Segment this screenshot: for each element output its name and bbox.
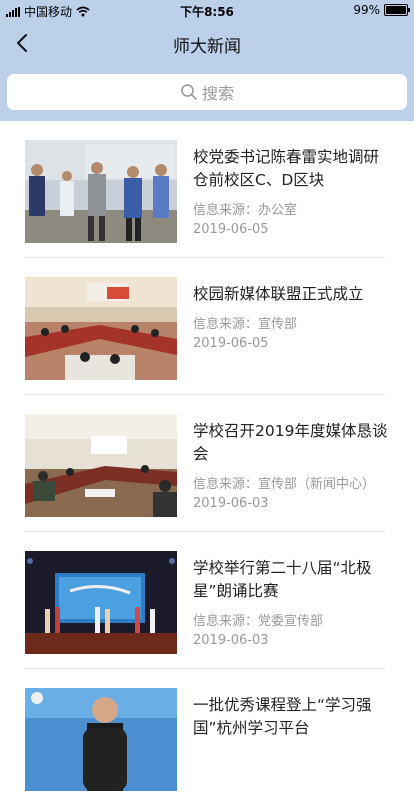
page-title: 师大新闻 [173, 37, 241, 57]
news-thumbnail [25, 551, 177, 654]
news-thumbnail [25, 414, 177, 517]
battery-percent: 99% [353, 3, 380, 17]
news-date: 2019-06-03 [193, 496, 269, 511]
news-date: 2019-06-05 [193, 336, 269, 351]
search-input[interactable]: 搜索 [7, 74, 407, 110]
news-item[interactable]: 学校举行第二十八届“北极星”朗诵比赛 信息来源：党委宣传部 2019-06-03 [0, 532, 414, 669]
news-thumbnail [25, 688, 177, 791]
news-list: 校党委书记陈春雷实地调研仓前校区C、D区块 信息来源：办公室 2019-06-0… [0, 121, 414, 806]
news-source: 信息来源：宣传部（新闻中心） [193, 477, 376, 492]
news-title: 学校召开2019年度媒体恳谈会 [193, 422, 388, 463]
news-title: 校党委书记陈春雷实地调研仓前校区C、D区块 [193, 148, 380, 189]
news-title: 学校举行第二十八届“北极星”朗诵比赛 [193, 559, 372, 600]
news-item[interactable]: 一批优秀课程登上“学习强国”杭州学习平台 [0, 669, 414, 806]
nav-bar: 师大新闻 [0, 22, 414, 64]
news-source: 信息来源：宣传部 [193, 317, 298, 332]
status-time: 下午8:56 [180, 5, 234, 19]
battery-icon [384, 4, 410, 16]
news-item[interactable]: 校园新媒体联盟正式成立 信息来源：宣传部 2019-06-05 [0, 258, 414, 395]
news-date: 2019-06-03 [193, 633, 269, 648]
news-title: 校园新媒体联盟正式成立 [193, 285, 364, 303]
news-thumbnail [25, 140, 177, 243]
search-icon [181, 84, 197, 100]
search-placeholder: 搜索 [201, 84, 234, 103]
news-source: 信息来源：办公室 [193, 203, 298, 218]
news-source: 信息来源：党委宣传部 [193, 614, 324, 629]
news-title: 一批优秀课程登上“学习强国”杭州学习平台 [193, 696, 372, 737]
news-item[interactable]: 校党委书记陈春雷实地调研仓前校区C、D区块 信息来源：办公室 2019-06-0… [0, 121, 414, 258]
news-item[interactable]: 学校召开2019年度媒体恳谈会 信息来源：宣传部（新闻中心） 2019-06-0… [0, 395, 414, 532]
status-bar: 中国移动 下午8:56 99% [0, 0, 414, 20]
header: 中国移动 下午8:56 99% 师大新闻 搜索 [0, 0, 414, 121]
news-date: 2019-06-05 [193, 222, 269, 237]
news-thumbnail [25, 277, 177, 380]
